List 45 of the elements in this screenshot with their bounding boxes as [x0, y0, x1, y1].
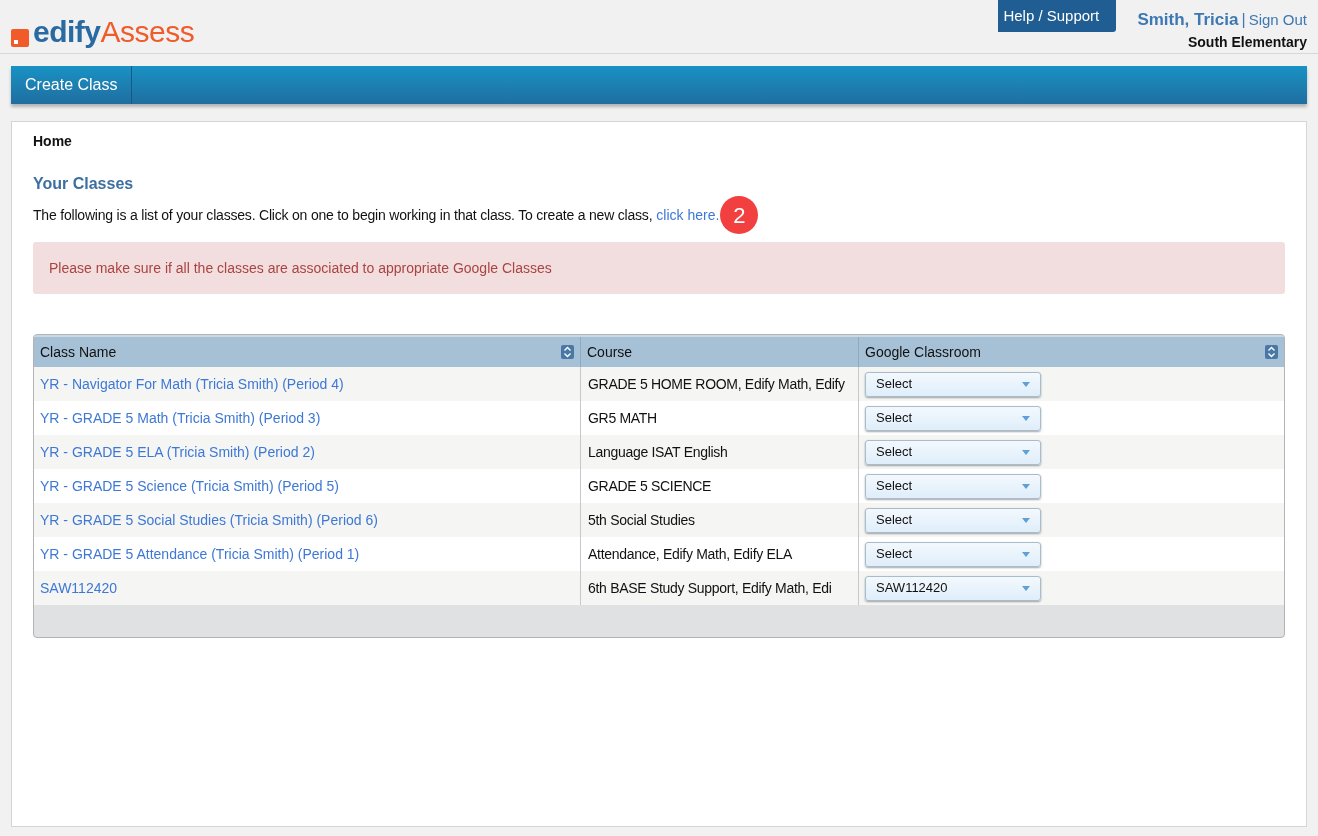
- caret-icon: [1022, 381, 1030, 387]
- intro-text: The following is a list of your classes. Click on one to begin working in that class. To create a new class,: [33, 205, 653, 225]
- class-name-link[interactable]: YR - GRADE 5 Attendance (Tricia Smith) (Period 1): [40, 543, 360, 565]
- sign-out-link[interactable]: Sign Out: [1248, 9, 1307, 32]
- caret-icon: [1022, 415, 1030, 421]
- logo-square-icon: [11, 29, 29, 47]
- click-here-link[interactable]: click here.: [656, 204, 720, 226]
- caret-icon: [1022, 551, 1030, 557]
- sort-icon[interactable]: [561, 345, 574, 359]
- caret-icon: [1022, 483, 1030, 489]
- help-support-button[interactable]: Help / Support: [998, 0, 1117, 32]
- classroom-dropdown[interactable]: Select: [865, 541, 1041, 567]
- course-cell-text: GRADE 5 SCIENCE: [588, 476, 712, 496]
- caret-icon: [1022, 449, 1030, 455]
- class-name-link[interactable]: YR - GRADE 5 Math (Tricia Smith) (Period 3): [40, 407, 321, 429]
- classroom-dropdown[interactable]: Select: [865, 371, 1041, 397]
- classroom-dropdown[interactable]: Select: [865, 507, 1041, 533]
- sort-icon[interactable]: [1265, 345, 1278, 359]
- course-cell-text: 5th Social Studies: [588, 510, 695, 530]
- step-badge: 2: [720, 196, 759, 234]
- caret-icon: [1022, 585, 1030, 591]
- class-name-link[interactable]: YR - GRADE 5 Science (Tricia Smith) (Period 5): [40, 475, 339, 497]
- course-cell-text: Language ISAT English: [588, 442, 728, 462]
- course-cell-text: Attendance, Edify Math, Edify ELA: [588, 544, 793, 564]
- class-name-link[interactable]: YR - GRADE 5 ELA (Tricia Smith) (Period 2): [40, 441, 315, 463]
- course-cell-text: 6th BASE Study Support, Edify Math, Edi: [588, 578, 832, 598]
- nav-tab[interactable]: Create Class: [11, 66, 133, 104]
- breadcrumb[interactable]: Home: [33, 131, 72, 152]
- separator: |: [1241, 10, 1246, 30]
- alert-banner: Please make sure if all the classes are associated to appropriate Google Classes: [33, 242, 1285, 294]
- section-title: Your Classes: [33, 174, 134, 194]
- classroom-dropdown[interactable]: Select: [865, 473, 1041, 499]
- column-header[interactable]: Class Name: [34, 337, 580, 367]
- course-cell-text: GRADE 5 HOME ROOM, Edify Math, Edify: [588, 374, 845, 394]
- classroom-dropdown[interactable]: Select: [865, 405, 1041, 431]
- caret-icon: [1022, 517, 1030, 523]
- course-cell-text: GR5 MATH: [588, 408, 657, 428]
- class-name-link[interactable]: SAW112420: [40, 577, 118, 599]
- classroom-dropdown[interactable]: SAW112420: [865, 575, 1041, 601]
- class-name-link[interactable]: YR - Navigator For Math (Tricia Smith) (Period 4): [40, 373, 344, 395]
- classroom-dropdown[interactable]: Select: [865, 439, 1041, 465]
- class-name-link[interactable]: YR - GRADE 5 Social Studies (Tricia Smith) (Period 6): [40, 509, 378, 531]
- logo: edifyAssess: [33, 17, 195, 47]
- school-name: South Elementary: [1187, 32, 1307, 51]
- user-name: Smith, Tricia: [1137, 9, 1239, 31]
